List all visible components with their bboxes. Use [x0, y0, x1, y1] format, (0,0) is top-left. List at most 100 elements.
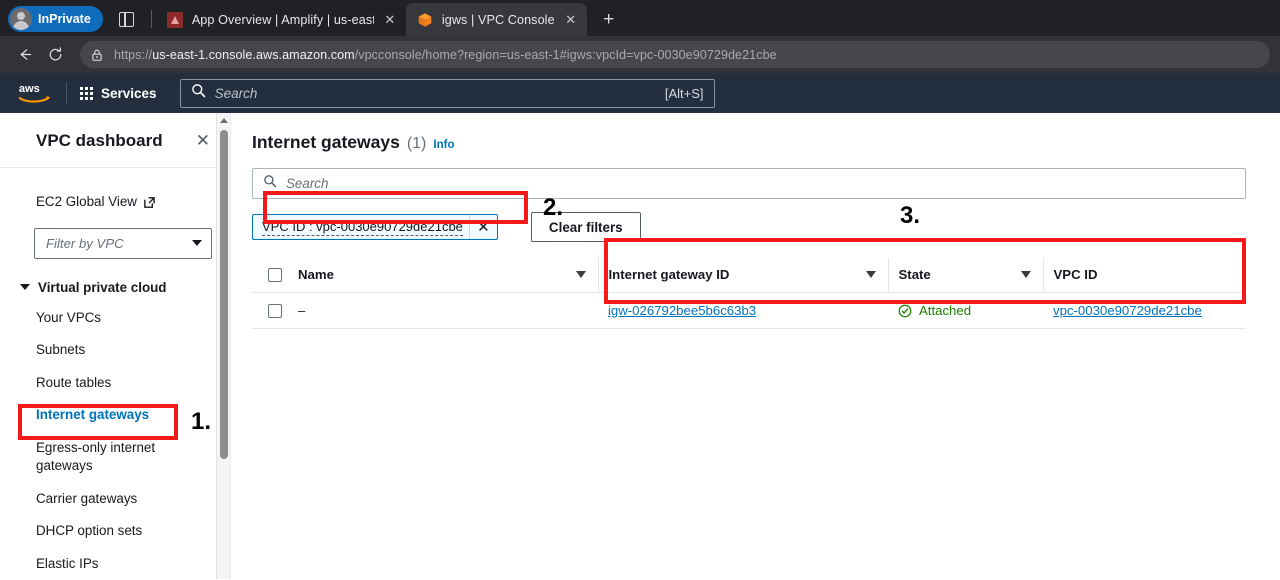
sidebar-item-dhcp-option-sets[interactable]: DHCP option sets [0, 515, 230, 548]
close-icon[interactable]: ✕ [561, 10, 581, 30]
services-menu-button[interactable]: Services [71, 81, 166, 106]
browser-tab-vpc-console[interactable]: igws | VPC Console ✕ [405, 3, 587, 36]
splitscreen-icon [119, 11, 135, 27]
sidebar-item-ec2-global-view[interactable]: EC2 Global View [0, 186, 230, 224]
column-label: VPC ID [1053, 267, 1098, 282]
sidebar-item-subnets[interactable]: Subnets [0, 334, 230, 367]
cell-internet-gateway-id: igw-026792bee5b6c63b3 [598, 292, 888, 329]
vpc-cube-favicon [417, 12, 433, 28]
sidebar-nav: EC2 Global View Filter by VPC Virtual pr… [0, 168, 230, 579]
sidebar-item-your-vpcs[interactable]: Your VPCs [0, 302, 230, 335]
vpc-sidebar: VPC dashboard ✕ EC2 Global View Filter b… [0, 113, 231, 579]
sidebar-item-egress-only-internet-gateways[interactable]: Egress-only internet gateways [0, 432, 230, 483]
sort-icon[interactable] [865, 271, 876, 278]
new-tab-button[interactable]: + [595, 5, 623, 33]
sidebar-scrollbar[interactable] [216, 113, 230, 579]
row-select-cell [252, 292, 298, 329]
close-icon[interactable]: ✕ [380, 10, 400, 30]
svg-text:aws: aws [19, 83, 40, 95]
console-body: VPC dashboard ✕ EC2 Global View Filter b… [0, 113, 1280, 579]
reload-icon [49, 47, 61, 61]
sidebar-item-route-tables[interactable]: Route tables [0, 367, 230, 400]
filter-row: VPC ID : vpc-0030e90729de21cbe ✕ Clear f… [252, 210, 1246, 244]
browser-navigation-bar: https://us-east-1.console.aws.amazon.com… [0, 36, 1280, 73]
row-checkbox[interactable] [268, 303, 282, 318]
back-arrow-icon [20, 49, 31, 60]
browser-window: InPrivate App Overview | Amplify | us-ea… [0, 0, 1280, 580]
services-label: Services [101, 85, 157, 101]
tab-title: igws | VPC Console [441, 12, 555, 27]
external-link-icon [144, 196, 155, 208]
chevron-down-icon [20, 284, 30, 290]
sidebar-item-label: EC2 Global View [36, 194, 137, 209]
sort-icon[interactable] [1020, 271, 1031, 278]
select-all-checkbox[interactable] [268, 267, 282, 282]
remove-filter-icon[interactable]: ✕ [468, 215, 497, 239]
annotation-marker-3: 3. [900, 202, 921, 229]
sidebar-group-virtual-private-cloud[interactable]: Virtual private cloud [0, 273, 230, 302]
column-label: State [898, 267, 931, 282]
internet-gateway-id-link[interactable]: igw-026792bee5b6c63b3 [608, 303, 756, 318]
status-badge: Attached [919, 303, 972, 318]
annotation-marker-1: 1. [191, 408, 212, 435]
scrollbar-thumb[interactable] [220, 130, 228, 459]
search-icon [263, 174, 277, 193]
status-check-icon [898, 304, 912, 317]
sidebar-item-carrier-gateways[interactable]: Carrier gateways [0, 483, 230, 516]
filter-by-vpc-select[interactable]: Filter by VPC [34, 227, 212, 259]
sidebar-item-elastic-ips[interactable]: Elastic IPs [0, 548, 230, 580]
sidebar-header: VPC dashboard ✕ [0, 113, 230, 168]
sidebar-title: VPC dashboard [36, 130, 163, 150]
select-all-header [252, 258, 298, 293]
page-title: Internet gateways [252, 132, 400, 152]
column-label: Name [298, 267, 334, 282]
info-link[interactable]: Info [433, 139, 454, 151]
column-header-vpc-id[interactable]: VPC ID [1042, 258, 1246, 293]
annotation-marker-2: 2. [543, 194, 564, 221]
chevron-down-icon [192, 240, 202, 246]
address-bar[interactable]: https://us-east-1.console.aws.amazon.com… [80, 41, 1270, 68]
vpc-id-link[interactable]: vpc-0030e90729de21cbe [1053, 303, 1202, 318]
reload-button[interactable] [40, 40, 70, 70]
browser-tab-strip: InPrivate App Overview | Amplify | us-ea… [0, 0, 1280, 36]
global-search-input[interactable]: Search [Alt+S] [179, 78, 715, 108]
tab-title: App Overview | Amplify | us-east- [191, 12, 374, 27]
tabstrip-divider [150, 10, 152, 28]
split-screen-button[interactable] [113, 5, 141, 33]
column-header-name[interactable]: Name [298, 258, 598, 293]
table-header-row: Name Internet gateway ID State VPC ID [252, 258, 1246, 293]
aws-console-header: aws Services Search [Alt+S] [0, 73, 1280, 113]
aws-logo[interactable]: aws [14, 81, 56, 105]
search-icon [191, 83, 206, 103]
inprivate-badge[interactable]: InPrivate [8, 6, 103, 32]
resource-count: (1) [406, 135, 427, 152]
filter-token-label: VPC ID : vpc-0030e90729de21cbe [262, 218, 463, 236]
scroll-up-arrow-icon[interactable] [219, 118, 228, 123]
sort-icon[interactable] [575, 271, 586, 278]
main-content: Internet gateways (1) Info Search VPC ID… [231, 113, 1280, 579]
browser-tab-amplify[interactable]: App Overview | Amplify | us-east- ✕ [155, 3, 406, 36]
grid-icon [80, 86, 93, 100]
table-row[interactable]: – igw-026792bee5b6c63b3 Attached vpc-003… [252, 292, 1246, 329]
filter-token-vpc-id[interactable]: VPC ID : vpc-0030e90729de21cbe ✕ [252, 214, 498, 240]
page-header: Internet gateways (1) Info [252, 132, 1246, 153]
column-header-internet-gateway-id[interactable]: Internet gateway ID [597, 258, 888, 293]
cell-name: – [298, 292, 598, 329]
cell-vpc-id: vpc-0030e90729de21cbe [1043, 292, 1246, 329]
lock-icon [84, 42, 110, 68]
column-header-state[interactable]: State [887, 258, 1043, 293]
internet-gateways-table: Name Internet gateway ID State VPC ID – … [252, 258, 1246, 329]
cell-state: Attached [888, 292, 1043, 329]
column-label: Internet gateway ID [608, 267, 730, 282]
table-search-placeholder: Search [286, 176, 329, 191]
global-search-placeholder: Search [214, 85, 258, 101]
sidebar-group-label: Virtual private cloud [38, 279, 167, 295]
profile-avatar-icon [10, 8, 32, 30]
close-icon[interactable]: ✕ [192, 130, 214, 151]
inprivate-label: InPrivate [38, 12, 91, 26]
table-search-input[interactable]: Search [252, 168, 1246, 199]
address-bar-url: https://us-east-1.console.aws.amazon.com… [114, 47, 777, 62]
header-divider [66, 82, 67, 104]
amplify-favicon [166, 11, 183, 28]
back-button[interactable] [10, 40, 40, 70]
